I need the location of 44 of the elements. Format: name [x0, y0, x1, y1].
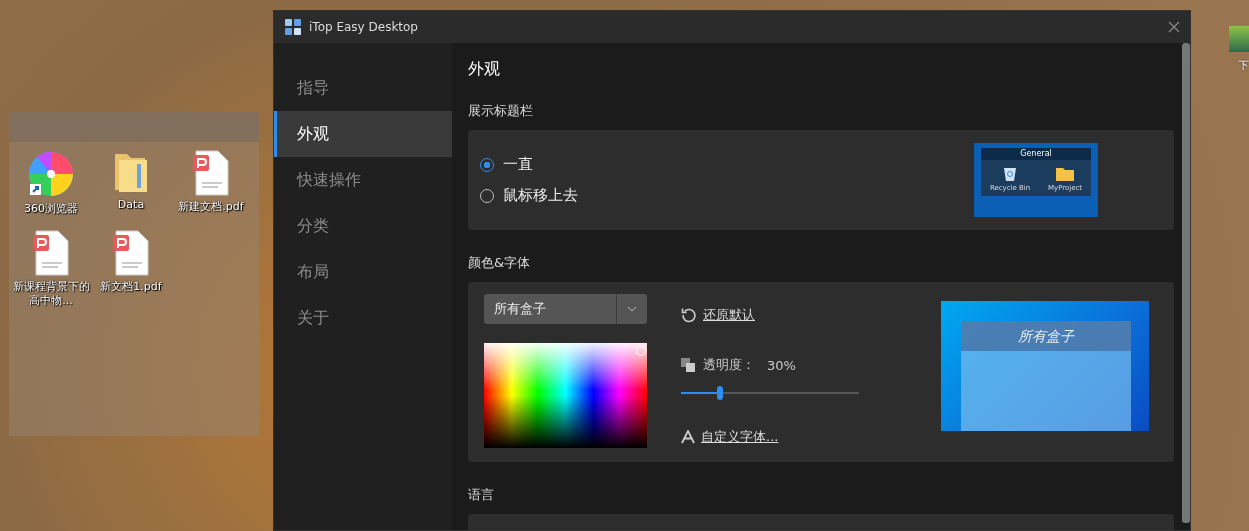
- folder-icon: [1055, 166, 1076, 182]
- opacity-label: 透明度：: [703, 356, 755, 374]
- font-icon: [681, 430, 695, 444]
- sidebar-item[interactable]: 指导: [274, 65, 452, 111]
- section-heading: 语言: [468, 486, 495, 504]
- box-dropdown[interactable]: 所有盒子: [484, 294, 647, 324]
- radio-label: 鼠标移上去: [503, 186, 578, 205]
- custom-font-link[interactable]: 自定义字体...: [701, 428, 779, 446]
- sidebar-item[interactable]: 分类: [274, 203, 452, 249]
- reset-icon: [681, 307, 697, 323]
- opacity-reading: 30%: [767, 357, 796, 373]
- color-picker[interactable]: [484, 343, 647, 448]
- photo-placeholder[interactable]: [1229, 26, 1249, 52]
- scrollbar-thumb[interactable]: [1182, 43, 1190, 523]
- window-title: iTop Easy Desktop: [309, 20, 418, 34]
- section-heading: 颜色&字体: [468, 254, 532, 272]
- preview-header: General: [981, 148, 1091, 160]
- opacity-icon: [681, 358, 695, 372]
- sidebar-item[interactable]: 布局: [274, 249, 452, 295]
- radio-label: 一直: [503, 155, 533, 174]
- file-label: 新文档1.pdf: [99, 280, 163, 294]
- app-logo-icon: [285, 19, 301, 35]
- chevron-down-icon: [627, 306, 637, 312]
- recycle-bin-icon: [1003, 166, 1018, 182]
- file-label: Data: [116, 198, 146, 212]
- pdf-file-icon[interactable]: [192, 150, 230, 196]
- file-label: 新课程背景下的高中物...: [11, 280, 91, 308]
- preview-box-title: 所有盒子: [961, 321, 1131, 351]
- sidebar-item[interactable]: 关于: [274, 295, 452, 341]
- slider-thumb[interactable]: [717, 386, 724, 400]
- sidebar-item[interactable]: 外观: [274, 111, 452, 157]
- file-label: 新建文档.pdf: [177, 200, 245, 214]
- pdf-file-icon[interactable]: [32, 230, 70, 276]
- sidebar-item[interactable]: 快速操作: [274, 157, 452, 203]
- pdf-file-icon[interactable]: [112, 230, 150, 276]
- restore-default-link[interactable]: 还原默认: [703, 306, 755, 324]
- radio-button[interactable]: [480, 157, 494, 172]
- browser-app-icon[interactable]: [27, 150, 75, 198]
- section-heading: 展示标题栏: [468, 102, 534, 120]
- file-label: 360浏览器: [23, 202, 79, 216]
- close-icon[interactable]: [1168, 21, 1180, 33]
- file-label: 下: [1238, 58, 1249, 73]
- opacity-slider[interactable]: [681, 386, 859, 400]
- page-title: 外观: [468, 59, 501, 80]
